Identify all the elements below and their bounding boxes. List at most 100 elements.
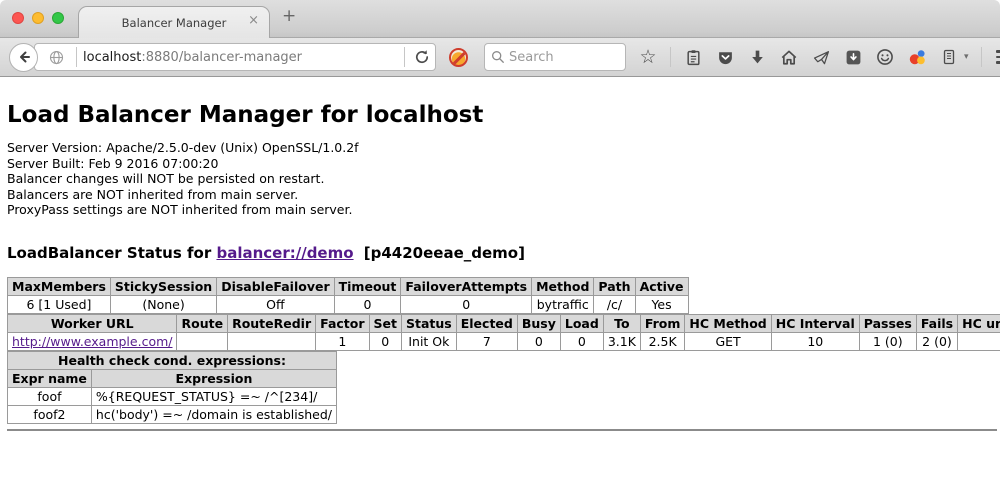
tab-close-icon[interactable]: × [248,14,259,27]
col-method: Method [532,277,594,295]
col-status: Status [402,314,457,332]
url-text: localhost:8880/balancer-manager [83,50,398,65]
back-arrow-icon [16,49,32,65]
home-icon[interactable] [778,46,800,68]
col-path: Path [594,277,635,295]
health-table-title: Health check cond. expressions: [8,351,337,369]
url-bar[interactable]: localhost:8880/balancer-manager [34,43,436,71]
health-row-foof: foof %{REQUEST_STATUS} =~ /^[234]/ [8,387,337,405]
balancer-demo-link[interactable]: balancer://demo [216,244,353,262]
tab-strip: Balancer Manager × + [0,0,1000,38]
navigation-toolbar: localhost:8880/balancer-manager ☆ [0,38,1000,77]
search-bar[interactable] [484,43,626,71]
col-set: Set [369,314,401,332]
send-tab-icon[interactable] [810,46,832,68]
col-to: To [603,314,640,332]
balancer-summary-table: MaxMembers StickySession DisableFailover… [7,277,689,314]
cell-busy: 0 [517,332,560,350]
toolbar-separator-2 [981,47,982,67]
col-factor: Factor [316,314,369,332]
cell-fails: 2 (0) [916,332,957,350]
urlbar-separator-2 [404,47,405,67]
cell-expression: hc('body') =~ /domain is established/ [91,405,336,423]
col-stickysession: StickySession [110,277,216,295]
col-from: From [640,314,685,332]
feedback-smiley-icon[interactable] [874,46,896,68]
cell-timeout: 0 [334,295,401,313]
cell-hc-uri [958,332,1000,350]
globe-icon [49,50,64,65]
cell-maxmembers: 6 [1 Used] [8,295,111,313]
url-path: :8880/balancer-manager [141,50,302,65]
cell-method: bytraffic [532,295,594,313]
cell-active: Yes [635,295,688,313]
col-fails: Fails [916,314,957,332]
window-close-button[interactable] [12,12,24,24]
new-tab-button[interactable]: + [282,8,296,25]
col-expression: Expression [91,369,336,387]
page-content: Load Balancer Manager for localhost Serv… [0,102,1000,431]
session-manager-icon[interactable] [938,46,960,68]
cell-load: 0 [560,332,603,350]
loadbalancer-status-heading: LoadBalancer Status for balancer://demo … [7,244,1000,262]
window-zoom-button[interactable] [52,12,64,24]
table-row: 6 [1 Used] (None) Off 0 0 bytraffic /c/ … [8,295,689,313]
cell-routeredir [228,332,316,350]
cell-to: 3.1K [603,332,640,350]
bookmark-star-icon[interactable]: ☆ [637,46,659,68]
urlbar-separator [76,47,77,67]
page-title: Load Balancer Manager for localhost [7,102,1000,128]
table-header-row: MaxMembers StickySession DisableFailover… [8,277,689,295]
health-row-foof2: foof2 hc('body') =~ /domain is establish… [8,405,337,423]
col-load: Load [560,314,603,332]
reading-list-icon[interactable] [682,46,704,68]
server-version-line: Server Version: Apache/2.5.0-dev (Unix) … [7,140,1000,156]
col-expr-name: Expr name [8,369,92,387]
worker-table: Worker URL Route RouteRedir Factor Set S… [7,314,1000,351]
col-hc-uri: HC uri [958,314,1000,332]
menu-hamburger-icon[interactable] [994,46,1000,68]
cell-set: 0 [369,332,401,350]
cell-expr-name: foof [8,387,92,405]
downloads-icon[interactable] [746,46,768,68]
url-host: localhost [83,50,141,65]
search-icon [491,50,505,64]
cell-from: 2.5K [640,332,685,350]
server-info: Server Version: Apache/2.5.0-dev (Unix) … [7,140,1000,218]
toolbar-separator [670,47,671,67]
status-suffix: [p4420eeae_demo] [364,244,525,262]
dropdown-caret-icon[interactable]: ▾ [964,52,969,62]
col-routeredir: RouteRedir [228,314,316,332]
cell-hc-method: GET [685,332,771,350]
window-controls [12,12,64,24]
reload-icon[interactable] [411,46,433,68]
col-elected: Elected [456,314,517,332]
cell-path: /c/ [594,295,635,313]
worker-url-link[interactable]: http://www.example.com/ [12,334,172,349]
cell-expr-name: foof2 [8,405,92,423]
pocket-icon[interactable] [714,46,736,68]
table-header-row: Worker URL Route RouteRedir Factor Set S… [8,314,1000,332]
save-page-icon[interactable] [842,46,864,68]
col-timeout: Timeout [334,277,401,295]
window-minimize-button[interactable] [32,12,44,24]
col-worker-url: Worker URL [8,314,177,332]
browser-window: Balancer Manager × + localhost:8880/bala… [0,0,1000,491]
search-input[interactable] [509,50,619,65]
cell-route [177,332,228,350]
col-failoverattempts: FailoverAttempts [401,277,532,295]
health-check-table: Health check cond. expressions: Expr nam… [7,351,337,424]
cell-worker-url: http://www.example.com/ [8,332,177,350]
tab-balancer-manager[interactable]: Balancer Manager × [78,6,270,38]
cell-factor: 1 [316,332,369,350]
server-built-line: Server Built: Feb 9 2016 07:00:20 [7,156,1000,172]
cell-disablefailover: Off [217,295,334,313]
cell-passes: 1 (0) [859,332,916,350]
cell-hc-interval: 10 [771,332,859,350]
col-busy: Busy [517,314,560,332]
back-button[interactable] [9,43,38,72]
worker-row: http://www.example.com/ 1 0 Init Ok 7 0 … [8,332,1000,350]
color-dots-addon-icon[interactable] [906,46,928,68]
plugin-blocked-indicator[interactable] [449,48,468,67]
footer-divider [7,429,997,431]
